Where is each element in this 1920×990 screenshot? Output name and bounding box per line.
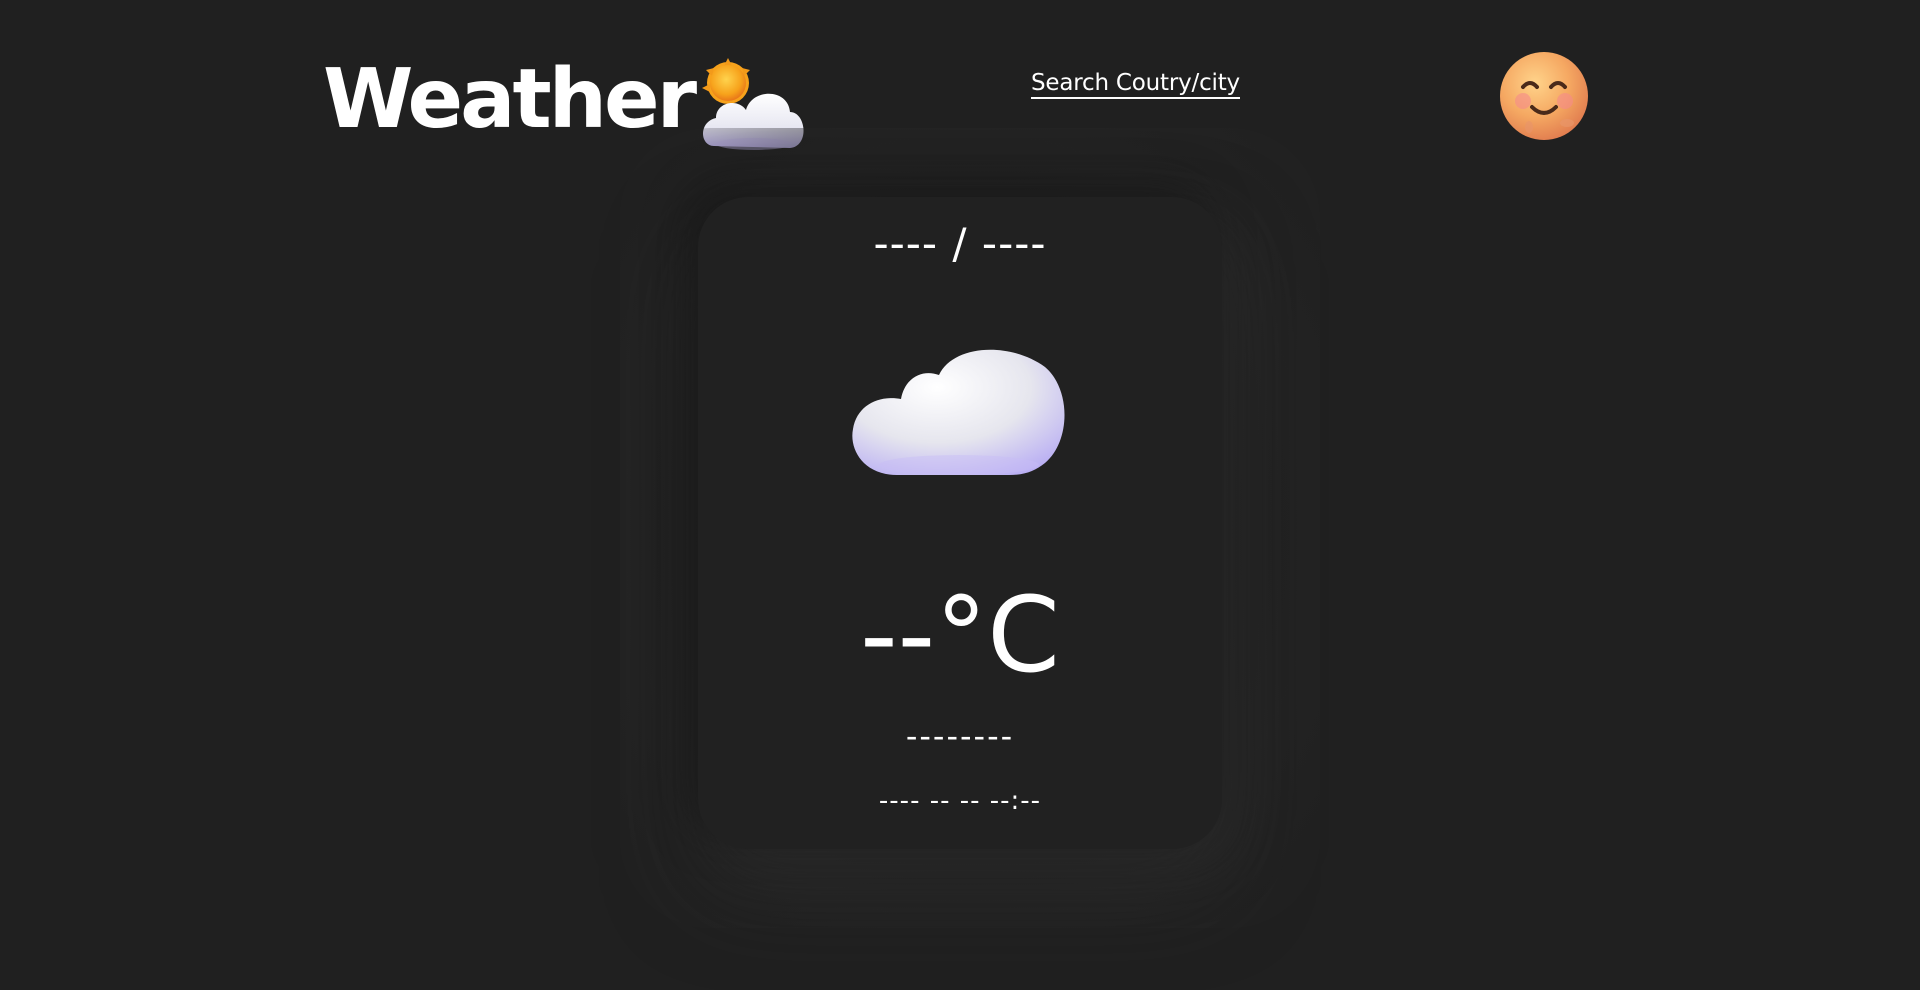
weather-condition: -------- xyxy=(905,717,1015,755)
weather-card: ---- / ---- --°C -------- ---- -- -- --:… xyxy=(698,197,1222,849)
temperature-value: --°C xyxy=(860,574,1060,696)
date-time: ---- -- -- --:-- xyxy=(878,786,1042,816)
weather-page: Weather Search Coutry/city ---- / ---- -… xyxy=(0,0,1920,990)
app-title: Weather xyxy=(323,52,697,147)
cloud-icon xyxy=(849,337,1069,482)
search-country-city-link[interactable]: Search Coutry/city xyxy=(1031,70,1240,99)
location-label: ---- / ---- xyxy=(873,219,1047,268)
smiling-face-avatar-icon[interactable] xyxy=(1499,51,1589,141)
